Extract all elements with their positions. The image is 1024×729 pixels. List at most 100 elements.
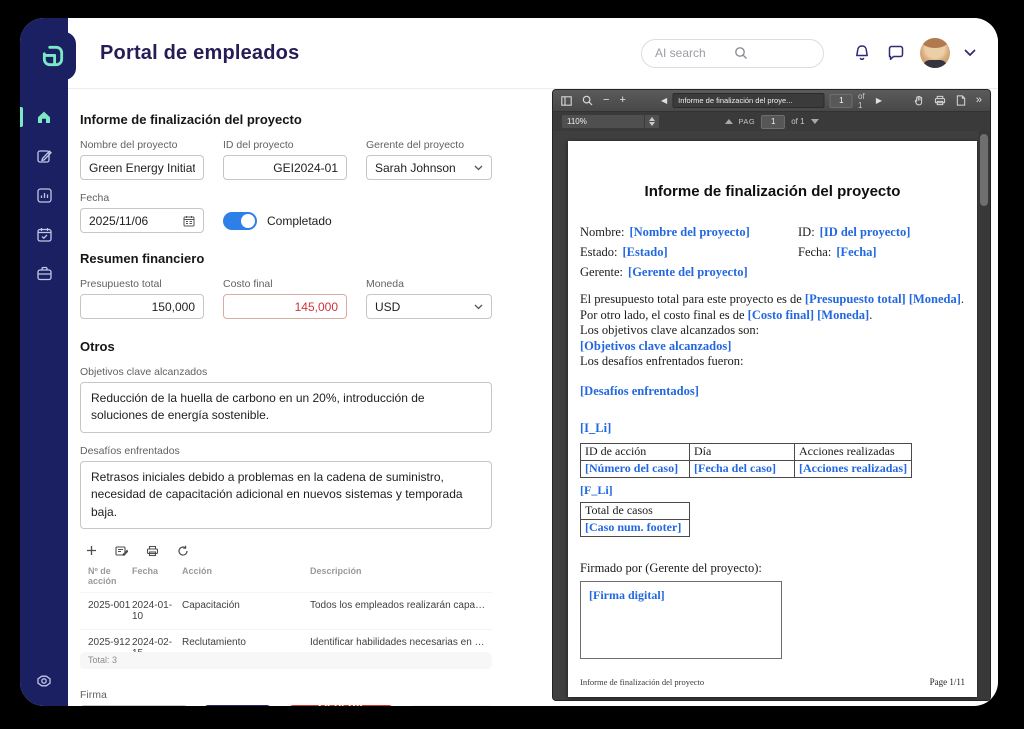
table-total: Total: 3: [80, 652, 492, 669]
sidebar-item-home[interactable]: [20, 102, 68, 132]
date-input[interactable]: 2025/11/06: [80, 208, 204, 233]
bell-icon: [852, 43, 872, 63]
completed-toggle[interactable]: [223, 212, 257, 230]
project-id-label: ID del proyecto: [223, 139, 347, 151]
col-header-fecha: Fecha: [132, 566, 182, 586]
pag-page-of: of 1: [791, 117, 804, 126]
add-row-button[interactable]: [86, 545, 97, 556]
app-logo[interactable]: [30, 32, 76, 80]
cancel-button[interactable]: Cancelar: [411, 705, 492, 706]
table-row[interactable]: 2025-001 2024-01-10 Capacitación Todos l…: [80, 592, 492, 629]
edit-rows-button[interactable]: [115, 545, 128, 557]
project-name-field: Nombre del proyecto Green Energy Initiat…: [80, 139, 204, 180]
user-avatar[interactable]: [920, 38, 950, 68]
signature-pad[interactable]: [80, 705, 188, 706]
refresh-button[interactable]: [177, 545, 189, 557]
prev-page-icon[interactable]: [724, 119, 732, 124]
next-page-icon[interactable]: [811, 119, 819, 124]
currency-field: Moneda USD: [366, 278, 492, 319]
form-actions: Enviar Generar informe en PDF Cancelar: [204, 705, 492, 706]
messages-button[interactable]: [886, 43, 906, 63]
chevron-down-icon: [964, 49, 976, 57]
challenges-textarea[interactable]: Retrasos iniciales debido a problemas en…: [80, 461, 492, 529]
signature-field: Firma: [80, 689, 492, 701]
sidebar-item-settings[interactable]: [20, 672, 68, 690]
generate-pdf-button[interactable]: Generar informe en PDF: [289, 705, 394, 706]
signature-label: Firma: [80, 689, 492, 701]
gear-icon: [35, 672, 53, 690]
profile-menu-button[interactable]: [964, 49, 976, 57]
final-cost-input[interactable]: 145,000: [223, 294, 347, 319]
print-icon[interactable]: [934, 95, 946, 106]
objectives-label: Objetivos clave alcanzados: [80, 366, 492, 378]
objectives-textarea[interactable]: Reducción de la huella de carbono en un …: [80, 382, 492, 433]
pdf-page-of: of 1: [858, 92, 871, 110]
toggle-sidebar-icon[interactable]: [561, 96, 572, 106]
project-id-input[interactable]: GEI2024-01: [223, 155, 347, 180]
pag-page-input[interactable]: 1: [761, 115, 785, 129]
download-doc-icon[interactable]: [956, 95, 966, 106]
scrollbar-thumb[interactable]: [980, 134, 988, 206]
submit-button[interactable]: Enviar: [204, 705, 271, 706]
sidebar: [20, 18, 68, 706]
completed-label: Completado: [267, 214, 332, 228]
search-icon: [734, 46, 813, 60]
more-tools-icon[interactable]: »: [976, 95, 982, 106]
chevron-down-icon: [474, 165, 483, 171]
search-icon[interactable]: [582, 95, 593, 106]
header-actions: AI search: [641, 38, 998, 68]
col-header-desc: Descripción: [310, 566, 492, 586]
pdf-total-table: Total de casos [Caso num. footer]: [580, 502, 690, 537]
app-window: Portal de empleados AI search: [20, 18, 998, 706]
report-form: Informe de finalización del proyecto Nom…: [80, 112, 492, 706]
sidebar-item-forms[interactable]: [20, 141, 68, 171]
hand-tool-icon[interactable]: [913, 95, 924, 106]
calendar-icon[interactable]: [183, 215, 195, 227]
date-label: Fecha: [80, 192, 204, 204]
final-cost-field: Costo final 145,000: [223, 278, 347, 319]
sidebar-nav: [20, 102, 68, 288]
ai-search-input[interactable]: AI search: [641, 39, 824, 68]
sidebar-item-reports[interactable]: [20, 180, 68, 210]
print-button[interactable]: [146, 545, 159, 557]
pdf-page-input[interactable]: 1: [830, 94, 853, 108]
col-header-num: Nº de acción: [80, 566, 132, 586]
chevron-down-icon: [474, 304, 483, 310]
pdf-scrollbar[interactable]: [978, 131, 990, 700]
pdf-toolbar-secondary: 110% PAG 1 of 1: [553, 112, 990, 132]
objectives-field: Objetivos clave alcanzados Reducción de …: [80, 366, 492, 433]
pdf-fields: Nombre:[Nombre del proyecto] ID:[ID del …: [580, 222, 965, 282]
next-doc-icon[interactable]: ▶: [876, 96, 882, 105]
financial-title: Resumen financiero: [80, 251, 492, 266]
table-toolbar: [80, 545, 492, 557]
manager-select[interactable]: Sarah Johnson: [366, 155, 492, 180]
others-title: Otros: [80, 339, 492, 354]
form-title: Informe de finalización del proyecto: [80, 112, 492, 127]
loop-start-placeholder: [I_Li]: [580, 421, 965, 437]
prev-doc-icon[interactable]: ◀: [661, 96, 667, 105]
manager-field: Gerente del proyecto Sarah Johnson: [366, 139, 492, 180]
challenges-field: Desafíos enfrentados Retrasos iniciales …: [80, 445, 492, 529]
chart-icon: [36, 187, 53, 204]
sidebar-item-work[interactable]: [20, 258, 68, 288]
budget-input[interactable]: 150,000: [80, 294, 204, 319]
zoom-level-select[interactable]: 110%: [561, 114, 660, 129]
home-icon: [35, 108, 53, 126]
sidebar-item-schedule[interactable]: [20, 219, 68, 249]
zoom-out-button[interactable]: −: [603, 95, 609, 106]
pdf-viewer: − + ◀ Informe de finalización del proye.…: [553, 90, 990, 700]
final-cost-label: Costo final: [223, 278, 347, 290]
pdf-actions-table: ID de acción Día Acciones realizadas [Nú…: [580, 443, 912, 478]
table-row[interactable]: 2025-912 2024-02-15 Reclutamiento Identi…: [80, 629, 492, 654]
zoom-in-button[interactable]: +: [619, 95, 625, 106]
table-header-row: Nº de acción Fecha Acción Descripción: [80, 560, 492, 592]
table-body: 2025-001 2024-01-10 Capacitación Todos l…: [80, 592, 492, 654]
page-title: Portal de empleados: [100, 42, 299, 65]
currency-select[interactable]: USD: [366, 294, 492, 319]
app-header: Portal de empleados AI search: [68, 18, 998, 89]
notifications-button[interactable]: [852, 43, 872, 63]
active-indicator: [20, 107, 23, 127]
spinner-icon: [644, 115, 659, 128]
project-name-input[interactable]: Green Energy Initiative: [80, 155, 204, 180]
project-id-field: ID del proyecto GEI2024-01: [223, 139, 347, 180]
